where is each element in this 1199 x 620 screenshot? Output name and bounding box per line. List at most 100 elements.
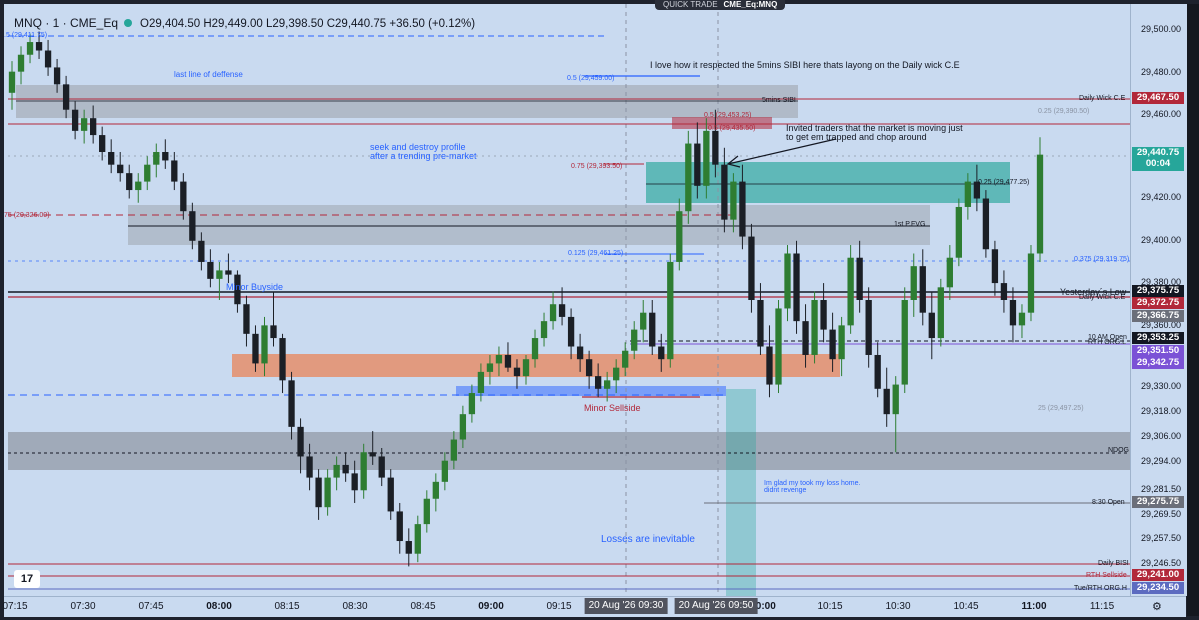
chart-annotation[interactable]: didnt revenge <box>764 487 806 494</box>
time-tick: 07:30 <box>70 601 96 612</box>
bear-candle <box>504 354 512 368</box>
chart-legend[interactable]: MNQ · 1 · CME_Eq O29,404.50 H29,449.00 L2… <box>14 16 475 30</box>
time-tick: 10:15 <box>817 601 843 612</box>
bear-candle <box>793 253 800 322</box>
chart-annotation[interactable]: to get em trapped and chop around <box>786 132 927 142</box>
bull-candle <box>153 152 160 165</box>
price-tick: 29,246.50 <box>1140 558 1181 568</box>
bear-candle <box>1009 300 1017 326</box>
price-label: 29,275.75 <box>1132 496 1184 508</box>
time-tick: 09:15 <box>546 601 572 612</box>
bear-candle <box>117 164 124 174</box>
chart-annotation[interactable]: 0.5 (29,453.25) <box>704 112 751 119</box>
chart-annotation[interactable]: last line of deffense <box>174 70 243 79</box>
bull-candle <box>946 257 953 288</box>
price-tick: 29,330.00 <box>1140 381 1181 391</box>
bear-candle <box>1000 283 1008 300</box>
bear-candle <box>53 67 61 85</box>
time-axis[interactable]: 07:15 07:30 07:45 08:00 08:15 08:30 08:45 09:00… <box>2 596 1186 617</box>
bull-candle <box>910 266 917 300</box>
level-line-label: NDOG <box>1108 447 1129 454</box>
chart-annotation[interactable]: 0.25 (29,477.25) <box>978 179 1029 186</box>
right-toolbar-strip <box>1187 4 1199 616</box>
price-label: 29,372.75 <box>1132 297 1184 309</box>
quick-trade-symbol[interactable]: CME_Eq:MNQ <box>724 0 778 9</box>
bear-candle <box>198 240 205 262</box>
bull-candle <box>549 304 557 322</box>
tradingview-logo[interactable]: 17 <box>14 570 40 588</box>
chart-pane[interactable]: MNQ · 1 · CME_Eq O29,404.50 H29,449.00 L2… <box>4 4 1130 596</box>
chart-annotation[interactable]: 0.5 (29,435.50) <box>708 125 755 132</box>
bull-candle <box>703 130 710 186</box>
bull-candle <box>937 287 944 339</box>
bear-candle <box>802 321 809 355</box>
level-line-label: Tue/RTH ORG.H <box>1074 585 1127 592</box>
bull-candle <box>1027 253 1035 313</box>
bear-candle <box>90 118 97 136</box>
price-tick: 29,318.00 <box>1140 406 1181 416</box>
chart-annotation[interactable]: Im glad my took my loss home. <box>764 480 860 487</box>
price-label: 29,241.00 <box>1132 569 1184 581</box>
time-tick: 11:15 <box>1089 601 1115 612</box>
bear-candle <box>171 160 178 182</box>
bull-candle <box>26 42 34 55</box>
level-line-label: 8:30 Open <box>1092 499 1125 506</box>
bull-candle <box>640 312 647 330</box>
level-line-label: Daily BISI <box>1098 560 1129 567</box>
chart-annotation[interactable]: 5mins SIBI <box>762 97 796 104</box>
bull-candle <box>811 300 818 355</box>
bear-candle <box>721 164 728 220</box>
bear-candle <box>288 380 295 427</box>
bear-candle <box>189 211 196 241</box>
bear-candle <box>396 511 403 542</box>
bull-candle <box>459 414 467 440</box>
bear-candle <box>225 270 232 275</box>
tradingview-chart-window: MNQ · 1 · CME_Eq O29,404.50 H29,449.00 L2… <box>0 0 1199 620</box>
bull-candle <box>838 325 845 360</box>
bear-candle <box>658 346 665 360</box>
chart-annotation[interactable]: Minor Sellside <box>584 403 641 413</box>
price-tick: 29,281.50 <box>1140 484 1181 494</box>
bull-candle <box>360 452 367 491</box>
bear-candle <box>243 304 250 334</box>
bull-candle <box>216 270 223 279</box>
chart-annotation[interactable]: 0.75 (29,393.50) <box>571 163 622 170</box>
quick-trade-bar[interactable]: QUICK TRADE CME_Eq:MNQ <box>655 0 786 10</box>
price-scale[interactable]: 29,500.00 29,480.00 29,460.00 29,420.00 29,4… <box>1130 4 1187 596</box>
bull-candle <box>784 253 791 309</box>
bull-candle <box>631 329 638 351</box>
symbol-label[interactable]: MNQ · 1 · CME_Eq <box>14 16 118 30</box>
bull-candle <box>1036 154 1044 254</box>
bear-candle <box>369 452 376 457</box>
chart-annotation[interactable]: 0.375 (29,319.75) <box>1074 256 1129 263</box>
chart-annotation[interactable]: 0.125 (29,461.25) <box>568 250 623 257</box>
teal-zone-1st-pfvg <box>646 162 1010 203</box>
price-tick: 29,257.50 <box>1140 533 1181 543</box>
bull-candle <box>495 354 503 364</box>
chart-annotation[interactable]: Minor Buyside <box>226 282 283 292</box>
bull-candle <box>604 380 611 389</box>
market-status-icon <box>124 19 133 27</box>
chart-annotation[interactable]: I love how it respected the 5mins SIBI h… <box>650 60 960 70</box>
bull-candle <box>135 181 142 191</box>
chart-annotation[interactable]: 25 (29,497.25) <box>1038 405 1084 412</box>
chart-annotation[interactable]: after a trending pre-market <box>370 151 477 161</box>
chart-annotation[interactable]: 0.5 (29,459.00) <box>567 75 614 82</box>
chart-annotation[interactable]: Losses are inevitable <box>601 534 695 545</box>
chart-annotation[interactable]: 1st P.FVG <box>894 221 925 228</box>
quick-trade-label: QUICK TRADE <box>663 0 718 9</box>
price-label: 29,353.25 <box>1132 332 1184 344</box>
settings-gear-icon[interactable]: ⚙ <box>1152 600 1162 613</box>
bull-candle <box>540 321 548 339</box>
bear-candle <box>982 198 990 250</box>
bull-candle <box>955 206 962 258</box>
bull-candle <box>477 371 485 394</box>
candlestick-chart[interactable] <box>4 4 1130 596</box>
chart-annotation[interactable]: .5 (29,411.75) <box>4 32 47 39</box>
bear-candle <box>649 312 656 347</box>
chart-annotation[interactable]: 0.25 (29,390.50) <box>1038 108 1089 115</box>
bull-candle <box>730 181 737 220</box>
bear-candle <box>883 388 890 415</box>
chart-annotation[interactable]: 75 (29,326.00) <box>4 212 50 219</box>
bull-candle <box>324 477 331 508</box>
